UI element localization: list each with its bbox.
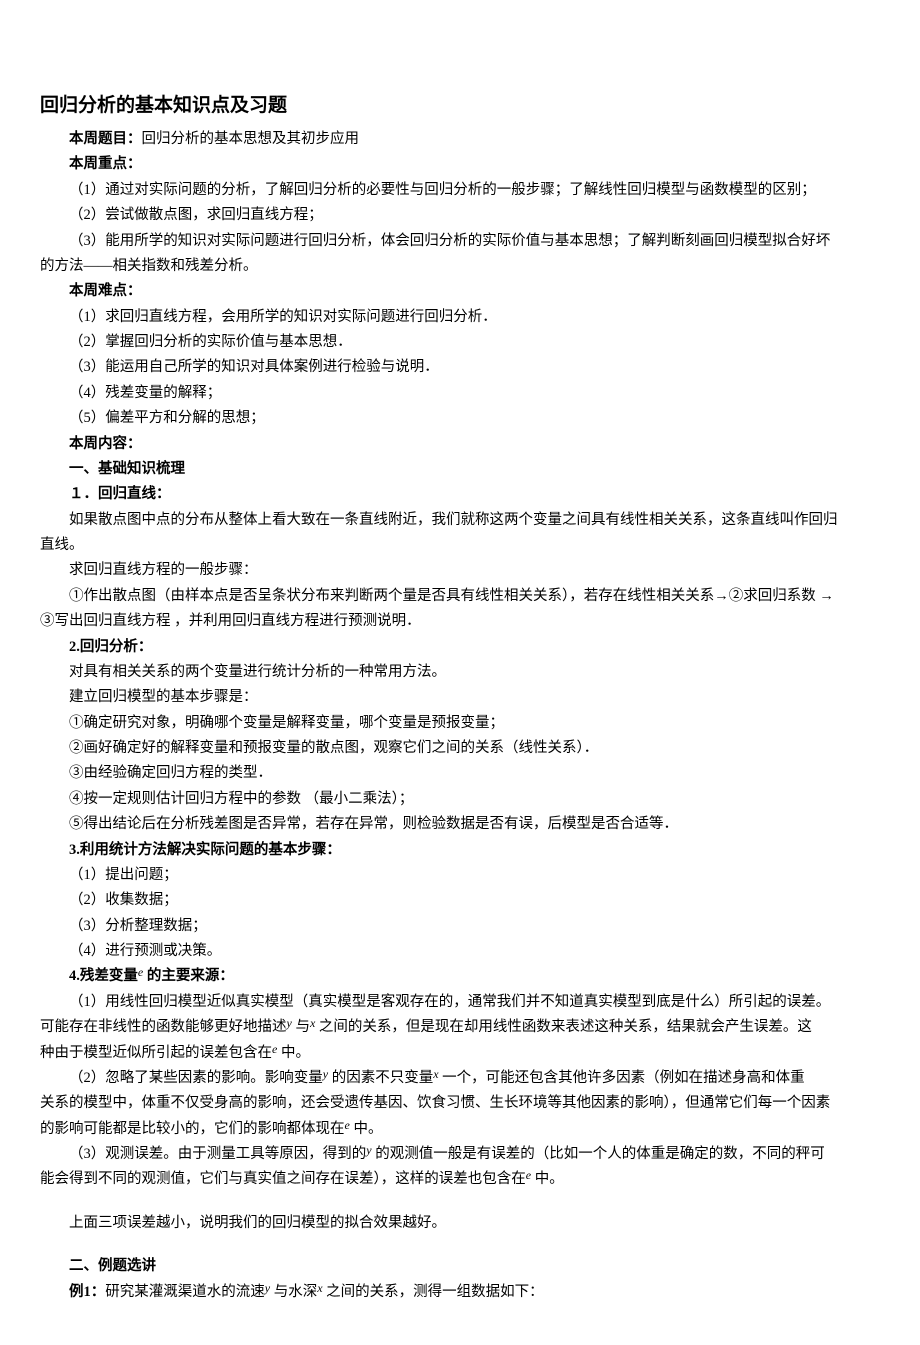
var-e: e	[138, 965, 143, 979]
var-e-4: e	[526, 1168, 531, 1182]
s1-4-p4: 上面三项误差越小，说明我们的回归模型的拟合效果越好。	[40, 1211, 880, 1236]
s1-title: 一、基础知识梳理	[40, 457, 880, 482]
topic-line: 本周题目：回归分析的基本思想及其初步应用	[40, 127, 880, 152]
s2-ex1: 例1：研究某灌溉渠道水的流速y 与水深x 之间的关系，测得一组数据如下：	[40, 1280, 880, 1305]
s1-4-p2b: 的因素不只变量	[328, 1070, 433, 1086]
s1-3-p1: （1）提出问题；	[40, 863, 880, 888]
s1-3-title: 3.利用统计方法解决实际问题的基本步骤：	[40, 838, 880, 863]
s1-4-p2c: 一个，可能还包含其他许多因素（例如在描述身高和体重	[439, 1070, 805, 1086]
s1-1-p3a: ①作出散点图（由样本点是否呈条状分布来判断两个量是否具有线性相关关系），若存在线…	[40, 584, 880, 609]
kp2: （2）尝试做散点图，求回归直线方程；	[40, 203, 880, 228]
s1-4-p1-line3: 种由于模型近似所引起的误差包含在e 中。	[40, 1041, 880, 1066]
var-y: y	[287, 1016, 292, 1030]
s1-4-p2-line3: 的影响可能都是比较小的，它们的影响都体现在e 中。	[40, 1117, 880, 1142]
s1-4-p3b: 的观测值一般是有误差的（比如一个人的体重是确定的数，不同的秤可	[372, 1146, 825, 1162]
s1-4-p2-line1: （2）忽略了某些因素的影响。影响变量y 的因素不只变量x 一个，可能还包含其他许…	[40, 1066, 880, 1091]
s1-4-p3c: 能会得到不同的观测值，它们与真实值之间存在误差），这样的误差也包含在	[40, 1171, 526, 1187]
page-title: 回归分析的基本知识点及习题	[40, 90, 880, 117]
s1-1-p2: 求回归直线方程的一般步骤：	[40, 558, 880, 583]
s2-ex1-b: 1：	[84, 1284, 106, 1300]
s1-4-p2d: 关系的模型中，体重不仅受身高的影响，还会受遗传基因、饮食习惯、生长环境等其他因素…	[40, 1091, 880, 1116]
var-y-3: y	[366, 1143, 371, 1157]
s1-4-p2a: （2）忽略了某些因素的影响。影响变量	[69, 1070, 323, 1086]
s1-3-p2: （2）收集数据；	[40, 888, 880, 913]
d2: （2）掌握回归分析的实际价值与基本思想．	[40, 330, 880, 355]
s1-2-p4: ②画好确定好的解释变量和预报变量的散点图，观察它们之间的关系（线性关系）．	[40, 736, 880, 761]
d5: （5）偏差平方和分解的思想；	[40, 406, 880, 431]
s1-4-p1b: 可能存在非线性的函数能够更好地描述	[40, 1019, 287, 1035]
s2-title: 二、例题选讲	[40, 1254, 880, 1279]
diff-label: 本周难点：	[40, 279, 880, 304]
content-label: 本周内容：	[40, 432, 880, 457]
s1-3-p4: （4）进行预测或决策。	[40, 939, 880, 964]
s1-4-p3a: （3）观测误差。由于测量工具等原因，得到的	[69, 1146, 366, 1162]
d4: （4）残差变量的解释；	[40, 381, 880, 406]
d3: （3）能运用自己所学的知识对具体案例进行检验与说明．	[40, 355, 880, 380]
s1-4-p1d: 之间的关系，但是现在却用线性函数来表述这种关系，结果就会产生误差。这	[315, 1019, 812, 1035]
s1-4-p3-line1: （3）观测误差。由于测量工具等原因，得到的y 的观测值一般是有误差的（比如一个人…	[40, 1142, 880, 1167]
s1-2-p2: 建立回归模型的基本步骤是：	[40, 685, 880, 710]
s1-4-p1c: 与	[292, 1019, 310, 1035]
s1-2-p3: ①确定研究对象，明确哪个变量是解释变量，哪个变量是预报变量；	[40, 711, 880, 736]
s1-1-p3b: ③写出回归直线方程 ，并利用回归直线方程进行预测说明．	[40, 609, 880, 634]
kp3: （3）能用所学的知识对实际问题进行回归分析，体会回归分析的实际价值与基本思想；了…	[40, 229, 880, 254]
var-x-2: x	[433, 1067, 438, 1081]
keypoints-label: 本周重点：	[40, 152, 880, 177]
s1-3-p3: （3）分析整理数据；	[40, 914, 880, 939]
s1-4-title-b: 的主要来源：	[143, 968, 234, 984]
s1-1-p1b: 直线。	[40, 533, 880, 558]
s2-ex1-c: 研究某灌溉渠道水的流速	[105, 1284, 265, 1300]
topic-label: 本周题目：	[69, 131, 142, 147]
s1-4-p2e: 的影响可能都是比较小的，它们的影响都体现在	[40, 1121, 345, 1137]
s1-2-p5: ③由经验确定回归方程的类型．	[40, 761, 880, 786]
s1-2-p6: ④按一定规则估计回归方程中的参数 （最小二乘法）；	[40, 787, 880, 812]
s1-4-p1-line2: 可能存在非线性的函数能够更好地描述y 与x 之间的关系，但是现在却用线性函数来表…	[40, 1015, 880, 1040]
kp3b: 的方法——相关指数和残差分析。	[40, 254, 880, 279]
s1-4-title-a: 4.残差变量	[69, 968, 138, 984]
s1-4-p3-line2: 能会得到不同的观测值，它们与真实值之间存在误差），这样的误差也包含在e 中。	[40, 1167, 880, 1192]
s1-4-p2f: 中。	[350, 1121, 383, 1137]
var-e-2: e	[272, 1042, 277, 1056]
s1-4-p1f: 中。	[277, 1045, 310, 1061]
var-x-3: x	[317, 1281, 322, 1295]
s1-4-p1e: 种由于模型近似所引起的误差包含在	[40, 1045, 272, 1061]
s2-ex1-e: 之间的关系，测得一组数据如下：	[323, 1284, 544, 1300]
s1-4-title: 4.残差变量e 的主要来源：	[40, 964, 880, 989]
d1: （1）求回归直线方程，会用所学的知识对实际问题进行回归分析．	[40, 305, 880, 330]
s1-2-p1: 对具有相关关系的两个变量进行统计分析的一种常用方法。	[40, 660, 880, 685]
var-y-2: y	[323, 1067, 328, 1081]
var-x: x	[310, 1016, 315, 1030]
var-y-4: y	[265, 1281, 270, 1295]
s2-ex1-a: 例	[69, 1284, 84, 1300]
s1-4-p3d: 中。	[531, 1171, 564, 1187]
topic-text: 回归分析的基本思想及其初步应用	[142, 131, 360, 147]
s1-1-title: １．回归直线：	[40, 482, 880, 507]
s1-4-p1a: （1）用线性回归模型近似真实模型（真实模型是客观存在的，通常我们并不知道真实模型…	[40, 990, 880, 1015]
var-e-3: e	[345, 1118, 350, 1132]
s1-1-p1a: 如果散点图中点的分布从整体上看大致在一条直线附近，我们就称这两个变量之间具有线性…	[40, 508, 880, 533]
s2-ex1-d: 与水深	[270, 1284, 317, 1300]
s1-2-title: 2.回归分析：	[40, 635, 880, 660]
kp1: （1）通过对实际问题的分析，了解回归分析的必要性与回归分析的一般步骤；了解线性回…	[40, 178, 880, 203]
s1-2-p7: ⑤得出结论后在分析残差图是否异常，若存在异常，则检验数据是否有误，后模型是否合适…	[40, 812, 880, 837]
